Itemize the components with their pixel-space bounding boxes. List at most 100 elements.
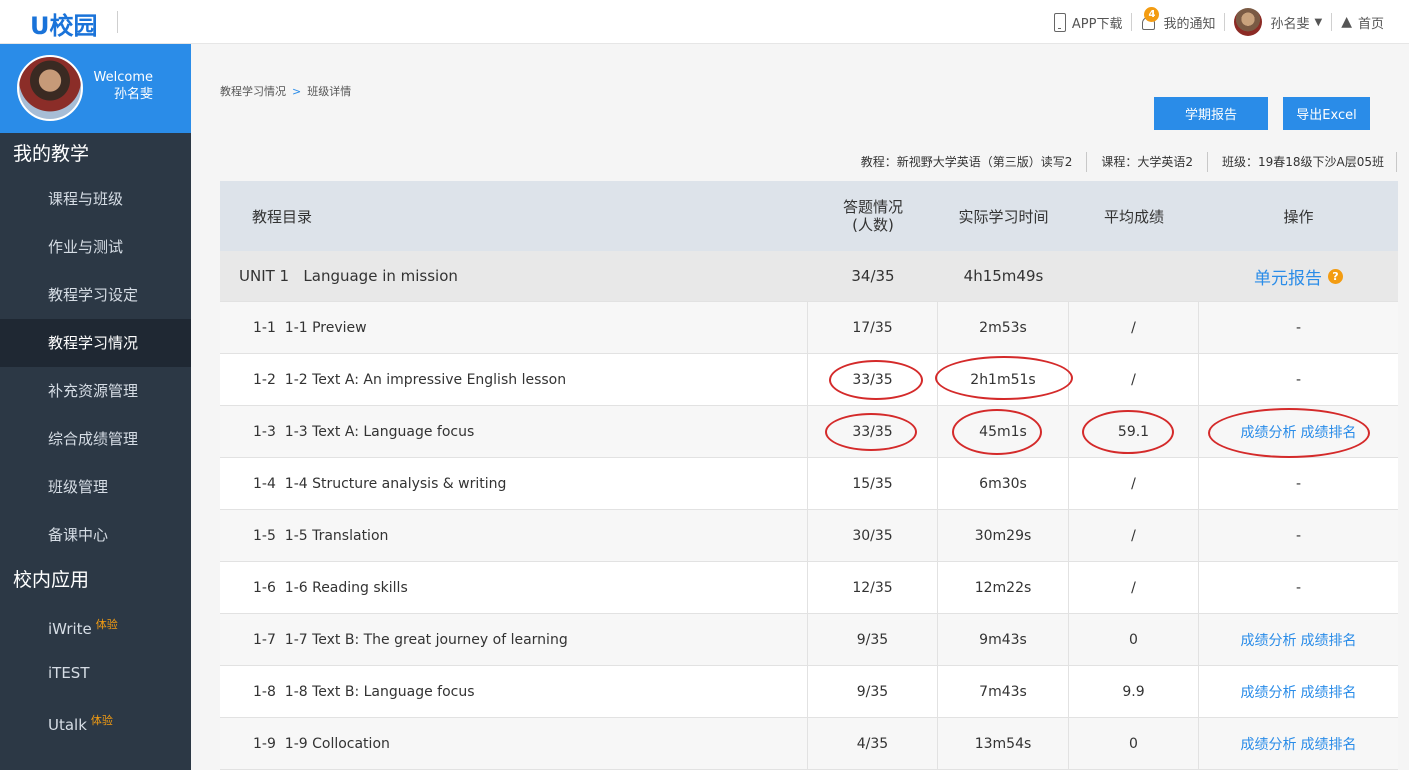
row-time: 12m22s [938,562,1069,613]
row-title[interactable]: 1-4 Structure analysis & writing [285,476,507,492]
course-info: 教程：新视野大学英语（第三版）读写2 课程：大学英语2 班级：19春18级下沙A… [847,152,1397,172]
row-time: 45m1s [938,406,1069,457]
row-action: - [1295,371,1302,388]
unit-time: 4h15m49s [963,267,1044,285]
row-time: 2h1m51s [938,354,1069,405]
score-ranking-link[interactable]: 成绩排名 [1301,682,1357,702]
app-label: Utalk [48,716,87,734]
sidebar-item-homework[interactable]: 作业与测试 [0,223,191,271]
main-content: 教程学习情况 > 班级详情 学期报告 导出Excel 教程：新视野大学英语（第三版）… [191,44,1409,770]
breadcrumb-parent[interactable]: 教程学习情况 [220,85,286,98]
learning-table: 教程目录 答题情况 (人数) 实际学习时间 平均成绩 操作 UNIT 1 Lan… [220,181,1398,770]
notifications-label: 我的通知 [1163,16,1216,32]
row-answers: 9/35 [808,614,938,665]
avatar[interactable] [17,55,83,121]
sidebar-item-grades[interactable]: 综合成绩管理 [0,415,191,463]
sidebar-item-iwrite[interactable]: iWrite 体验 [0,601,191,649]
welcome-user-name: 孙名斐 [113,87,153,102]
table-header: 教程目录 答题情况 (人数) 实际学习时间 平均成绩 操作 [220,181,1398,251]
row-time: 9m43s [938,614,1069,665]
row-title[interactable]: 1-8 Text B: Language focus [285,684,475,700]
score-ranking-link[interactable]: 成绩排名 [1301,734,1357,754]
sidebar: Welcome 孙名斐 我的教学 课程与班级 作业与测试 教程学习设定 教程学习… [0,44,191,770]
row-title[interactable]: 1-5 Translation [285,528,389,544]
section-title-teaching: 我的教学 [13,143,90,165]
trial-tag: 体验 [95,618,118,631]
row-average: / [1069,302,1199,353]
row-id: 1-3 [253,423,276,440]
row-title[interactable]: 1-3 Text A: Language focus [285,424,474,440]
sidebar-item-courses[interactable]: 课程与班级 [0,175,191,223]
header-time: 实际学习时间 [958,207,1049,226]
row-average: 59.1 [1069,406,1199,457]
row-action: - [1295,475,1302,492]
table-row: 1-1 1-1 Preview 17/35 2m53s / - [220,302,1398,354]
row-average: / [1069,510,1199,561]
help-icon[interactable]: ? [1328,268,1343,284]
home-link[interactable]: ▲ 首页 [1332,13,1393,32]
sidebar-item-itest[interactable]: iTEST [0,649,191,697]
user-name: 孙名斐 [1270,16,1310,32]
header-action: 操作 [1283,207,1314,226]
row-action: - [1295,319,1302,336]
row-answers: 9/35 [808,666,938,717]
score-analysis-link[interactable]: 成绩分析 [1241,630,1297,650]
row-title[interactable]: 1-2 Text A: An impressive English lesson [285,372,566,388]
table-row: 1-3 1-3 Text A: Language focus 33/35 45m… [220,406,1398,458]
score-ranking-link[interactable]: 成绩排名 [1301,630,1357,650]
sidebar-item-lesson-prep[interactable]: 备课中心 [0,511,191,559]
term-report-button[interactable]: 学期报告 [1154,97,1268,130]
breadcrumb: 教程学习情况 > 班级详情 [220,83,351,99]
table-row: 1-5 1-5 Translation 30/35 30m29s / - [220,510,1398,562]
row-average: 0 [1069,614,1199,665]
row-action: 成绩分析 成绩排名 [1199,406,1398,457]
unit-title: UNIT 1 Language in mission [239,267,458,285]
unit-row: UNIT 1 Language in mission 34/35 4h15m49… [220,251,1398,302]
score-analysis-link[interactable]: 成绩分析 [1241,682,1297,702]
section-title-apps: 校内应用 [13,569,90,591]
welcome-label: Welcome [93,70,153,85]
score-analysis-link[interactable]: 成绩分析 [1241,734,1297,754]
row-action: - [1295,579,1302,596]
export-excel-button[interactable]: 导出Excel [1283,97,1370,130]
row-average: 0 [1069,718,1199,769]
table-row: 1-2 1-2 Text A: An impressive English le… [220,354,1398,406]
user-menu[interactable]: 孙名斐 ▼ [1225,8,1331,36]
row-time: 7m43s [938,666,1069,717]
breadcrumb-separator: > [292,85,302,98]
profile-panel: Welcome 孙名斐 [0,44,191,133]
breadcrumb-current: 班级详情 [307,85,352,98]
sidebar-item-resources[interactable]: 补充资源管理 [0,367,191,415]
header-catalog: 教程目录 [252,207,313,226]
unit-average [1069,251,1199,301]
row-id: 1-4 [253,475,276,492]
row-title[interactable]: 1-1 Preview [285,320,367,336]
score-analysis-link[interactable]: 成绩分析 [1241,422,1297,442]
row-title[interactable]: 1-6 Reading skills [285,580,408,596]
row-answers: 17/35 [808,302,938,353]
sidebar-item-class-management[interactable]: 班级管理 [0,463,191,511]
row-action: 成绩分析 成绩排名 [1199,614,1398,665]
sidebar-item-utalk[interactable]: Utalk 体验 [0,697,191,745]
row-time: 13m54s [938,718,1069,769]
row-title[interactable]: 1-7 Text B: The great journey of learnin… [285,632,568,648]
logo-divider [117,11,118,33]
row-title[interactable]: 1-9 Collocation [285,736,390,752]
score-ranking-link[interactable]: 成绩排名 [1301,422,1357,442]
unit-report-link[interactable]: 单元报告 ? [1254,264,1343,289]
app-download-label: APP下载 [1071,16,1123,32]
row-time: 6m30s [938,458,1069,509]
row-answers: 4/35 [808,718,938,769]
top-bar: U校园 APP下载 4 我的通知 孙名斐 ▼ ▲ 首页 [0,0,1409,44]
logo[interactable]: U校园 [30,6,98,41]
row-action: 成绩分析 成绩排名 [1199,718,1398,769]
app-label: iWrite [48,620,92,638]
row-answers: 12/35 [808,562,938,613]
notifications-link[interactable]: 4 我的通知 [1132,7,1224,32]
row-id: 1-9 [253,735,276,752]
app-download-link[interactable]: APP下载 [1045,12,1132,32]
avatar [1234,8,1263,36]
sidebar-item-course-settings[interactable]: 教程学习设定 [0,271,191,319]
sidebar-item-learning-status[interactable]: 教程学习情况 [0,319,191,367]
top-nav: APP下载 4 我的通知 孙名斐 ▼ ▲ 首页 [1045,0,1393,44]
